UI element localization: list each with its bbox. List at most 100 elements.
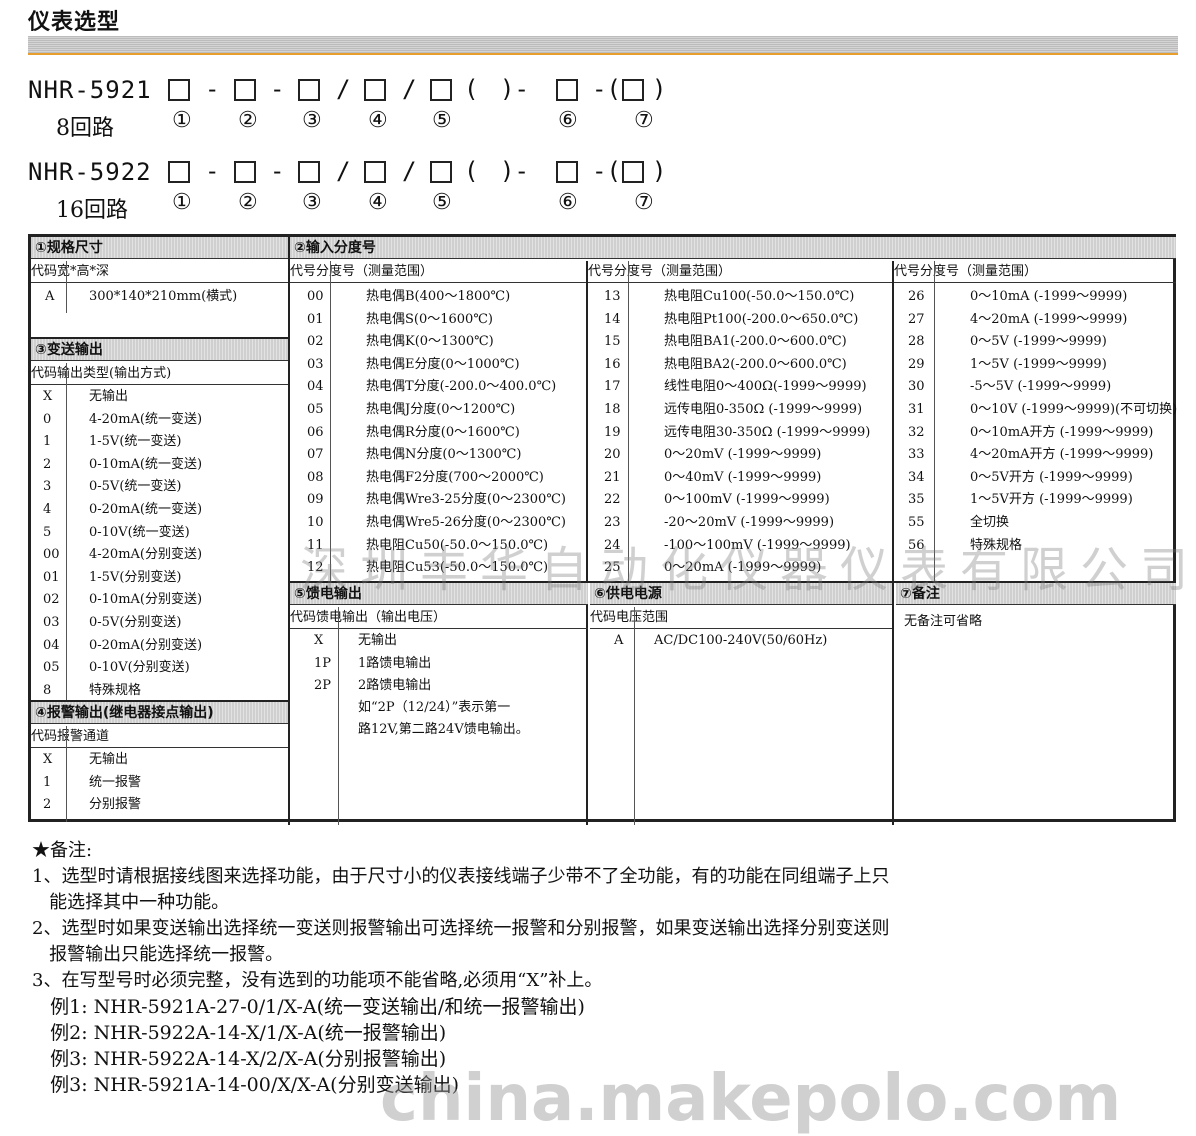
position-marker: ② bbox=[238, 190, 258, 215]
section-header: ④报警输出(继电器接点输出) bbox=[31, 702, 288, 724]
code-separator: )- bbox=[500, 75, 529, 103]
row-code: X bbox=[43, 389, 53, 404]
position-marker: ④ bbox=[368, 190, 388, 215]
table-row: 19 远传电阻30-350Ω (-1999～9999) bbox=[588, 422, 894, 445]
table-row: 01 1-5V(分别变送) bbox=[31, 567, 288, 590]
code-box bbox=[556, 79, 578, 101]
row-code: 17 bbox=[604, 379, 621, 395]
table-row: 03 热电偶E分度(0～1000℃) bbox=[290, 354, 588, 377]
table-row: 02 0-10mA(分别变送) bbox=[31, 589, 288, 612]
row-desc: -5～5V (-1999～9999) bbox=[970, 379, 1112, 395]
model-code-line: NHR-5922 - - / / ()- -() bbox=[28, 152, 728, 192]
row-code: 08 bbox=[307, 469, 324, 485]
column-header-code: 代号 bbox=[588, 264, 615, 279]
row-code: 20 bbox=[604, 447, 621, 463]
row-code: 2 bbox=[43, 456, 52, 472]
row-desc: 分别报警 bbox=[89, 797, 142, 813]
watermark-site: china.makepolo.com bbox=[380, 1062, 1122, 1136]
table-row: 15 热电阻BA1(-200.0～600.0℃) bbox=[588, 331, 894, 354]
table-row: 05 0-10V(分别变送) bbox=[31, 657, 288, 680]
row-code: 00 bbox=[307, 289, 324, 304]
note-line: 例1: NHR-5921A-27-0/1/X-A(统一变送输出/和统一报警输出) bbox=[32, 996, 585, 1018]
code-box bbox=[298, 79, 320, 101]
note-line: 报警输出只能选择统一报警。 bbox=[32, 944, 284, 965]
position-marker: ⑤ bbox=[432, 190, 452, 215]
row-code: 02 bbox=[43, 592, 60, 608]
row-desc: 0～5V开方 (-1999～9999) bbox=[970, 469, 1133, 485]
row-code: 1 bbox=[43, 434, 52, 450]
row-code: 2 bbox=[43, 797, 52, 813]
row-desc: 0-20mA(分别变送) bbox=[89, 637, 203, 653]
note-line: 能选择其中一种功能。 bbox=[32, 892, 230, 913]
feed-note: 如“2P（12/24）”表示第一 bbox=[358, 700, 511, 715]
code-box bbox=[430, 161, 452, 183]
table-row: 04 热电偶T分度(-200.0～400.0℃) bbox=[290, 376, 588, 399]
code-separator: - bbox=[205, 75, 220, 103]
row-desc: 0～10mA开方 (-1999～9999) bbox=[970, 424, 1154, 440]
row-desc: 1～5V (-1999～9999) bbox=[970, 356, 1107, 372]
title-bar bbox=[28, 36, 1178, 55]
row-desc: 热电偶E分度(0～1000℃) bbox=[366, 356, 520, 372]
row-desc: 特殊规格 bbox=[89, 682, 142, 698]
code-box bbox=[168, 79, 190, 101]
position-marker: ⑥ bbox=[558, 190, 578, 215]
code-separator: ( bbox=[464, 157, 479, 185]
position-marker: ① bbox=[172, 190, 192, 215]
row-code: 18 bbox=[604, 402, 621, 417]
row-code: 26 bbox=[908, 289, 925, 304]
row-code: 19 bbox=[604, 424, 621, 440]
table-row: 01 热电偶S(0～1600℃) bbox=[290, 309, 588, 332]
column-header-code: 代码 bbox=[31, 264, 58, 279]
notes-section: ★备注: 1、选型时请根据接线图来选择功能，由于尺寸小的仪表接线端子少带不了全功… bbox=[32, 838, 1182, 1098]
row-desc: 热电阻Pt100(-200.0～650.0℃) bbox=[664, 311, 859, 327]
code-box bbox=[430, 79, 452, 101]
row-code: 29 bbox=[908, 356, 925, 372]
row-desc: 远传电阻0-350Ω (-1999～9999) bbox=[664, 402, 863, 417]
table-row: 02 热电偶K(0～1300℃) bbox=[290, 331, 588, 354]
table-row: 00 热电偶B(400～1800℃) bbox=[290, 286, 588, 309]
row-code: 27 bbox=[908, 311, 925, 327]
column-header-row: 代号分度号（测量范围） bbox=[894, 261, 1176, 283]
row-desc: 1-5V(统一变送) bbox=[89, 434, 182, 450]
row-code: 4 bbox=[43, 502, 52, 517]
column-divider bbox=[66, 726, 67, 822]
row-code: X bbox=[314, 633, 324, 648]
row-code: A bbox=[614, 633, 624, 648]
column-header-desc: 报警通道 bbox=[57, 729, 110, 744]
column-header-code: 代码 bbox=[31, 366, 58, 381]
column-header-desc: 分度号（测量范围） bbox=[614, 264, 732, 279]
column-header-code: 代码 bbox=[590, 610, 617, 625]
row-code: 33 bbox=[908, 447, 925, 463]
row-desc: 0～100mV (-1999～9999) bbox=[664, 492, 830, 508]
row-desc: 热电阻BA2(-200.0～600.0℃) bbox=[664, 356, 847, 372]
table-row: 09 热电偶Wre3-25分度(0～2300℃) bbox=[290, 489, 588, 512]
row-desc: 热电偶Wre3-25分度(0～2300℃) bbox=[366, 492, 566, 508]
column-header-row: 代码电压范围 bbox=[590, 607, 892, 629]
row-desc: 2路馈电输出 bbox=[358, 678, 432, 694]
row-code: 1 bbox=[43, 774, 52, 790]
code-box bbox=[298, 161, 320, 183]
column-header-row: 代码报警通道 bbox=[31, 726, 288, 748]
code-separator: -( bbox=[592, 157, 621, 185]
row-code: 06 bbox=[307, 424, 324, 440]
row-code: 30 bbox=[908, 379, 925, 395]
column-header-desc: 分度号（测量范围） bbox=[920, 264, 1038, 279]
table-row: 29 1～5V (-1999～9999) bbox=[894, 354, 1176, 377]
watermark-company: 深圳丰华自动化仪器仪表有限公司 bbox=[300, 542, 1196, 598]
row-desc: 热电偶F2分度(700～2000℃) bbox=[366, 469, 544, 485]
row-desc: 远传电阻30-350Ω (-1999～9999) bbox=[664, 424, 871, 440]
row-code: 01 bbox=[43, 569, 60, 585]
table-row: 5 0-10V(统一变送) bbox=[31, 522, 288, 545]
column-header-code: 代码 bbox=[290, 610, 317, 625]
code-box bbox=[234, 79, 256, 101]
column-header-desc: 输出类型(输出方式) bbox=[57, 366, 172, 381]
spec-table: ①规格尺寸 代码宽*高*深 A 300*140*210mm(横式) ③变送输出 代码输出类… bbox=[28, 234, 1177, 825]
position-marker: ① bbox=[172, 108, 192, 133]
notes-head: ★备注: bbox=[32, 840, 93, 861]
code-box bbox=[364, 161, 386, 183]
row-desc: 0～5V (-1999～9999) bbox=[970, 334, 1107, 350]
table-row: 08 热电偶F2分度(700～2000℃) bbox=[290, 467, 588, 490]
row-code: 21 bbox=[604, 469, 621, 485]
row-desc: 0～20mV (-1999～9999) bbox=[664, 447, 822, 463]
row-desc: 线性电阻0～400Ω(-1999～9999) bbox=[664, 379, 867, 395]
